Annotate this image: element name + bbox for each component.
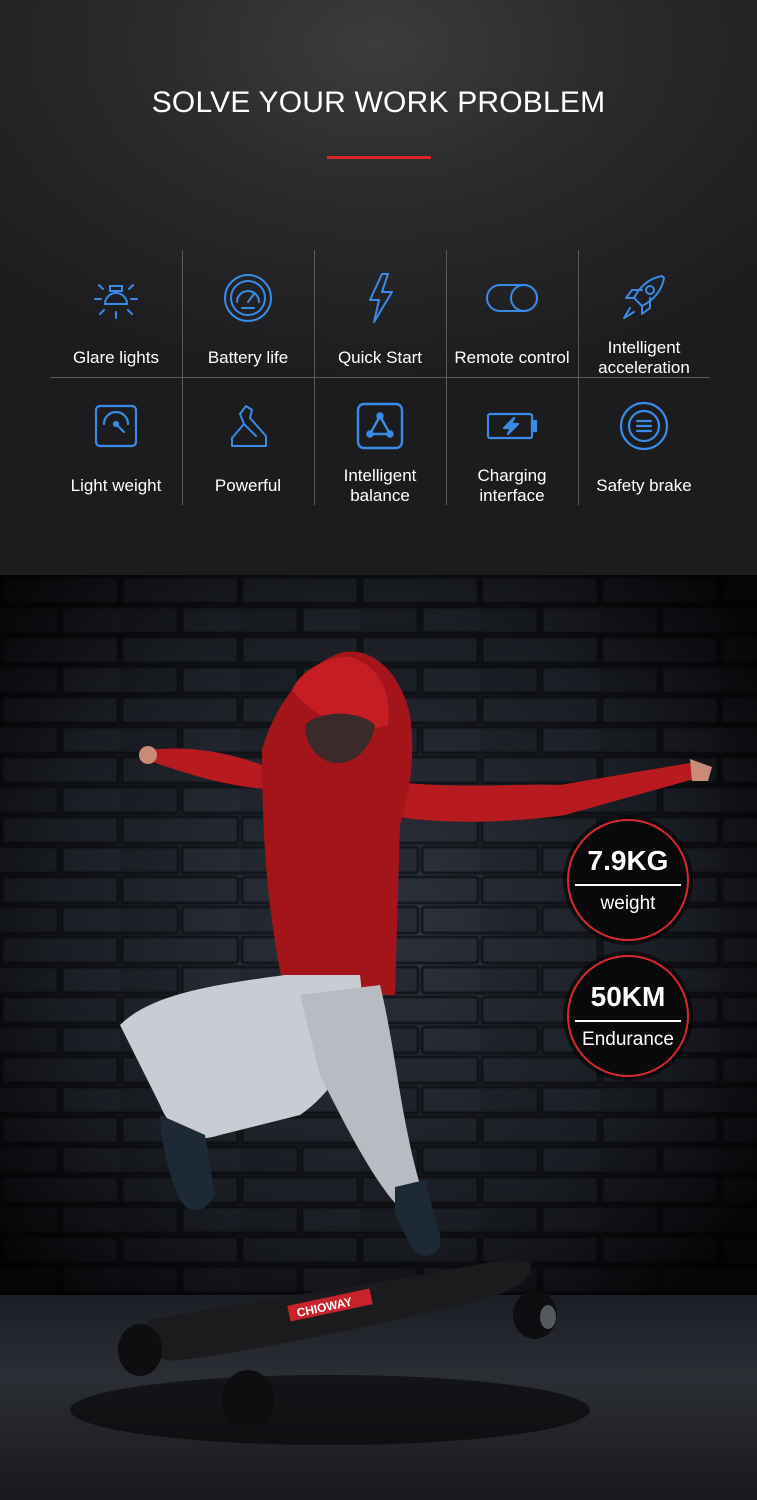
balance-triangle-icon xyxy=(352,398,408,454)
stat-divider xyxy=(575,883,681,886)
feature-safety-brake: Safety brake xyxy=(578,378,710,505)
feature-label: Glare lights xyxy=(73,347,159,367)
feature-glare-lights: Glare lights xyxy=(50,250,182,377)
feature-label: Intelligent balance xyxy=(343,466,417,505)
hero-photo: CHIOWAY 7.9KG weight 50KM Endurance xyxy=(0,575,757,1500)
feature-battery-life: Battery life xyxy=(182,250,314,377)
feature-charging-interface: Charging interface xyxy=(446,378,578,505)
brake-icon xyxy=(616,398,672,454)
stat-divider xyxy=(575,1019,681,1022)
light-bulb-icon xyxy=(88,270,144,326)
feature-label: Intelligent acceleration xyxy=(598,338,690,377)
feature-label: Light weight xyxy=(70,475,162,495)
feature-light-weight: Light weight xyxy=(50,378,182,505)
feature-quick-start: Quick Start xyxy=(314,250,446,377)
toggle-icon xyxy=(484,270,540,326)
feature-label: Powerful xyxy=(214,475,282,495)
feature-label: Remote control xyxy=(454,347,570,367)
features-panel: SOLVE YOUR WORK PROBLEM Glare lights Bat… xyxy=(0,0,757,575)
stat-value: 7.9KG xyxy=(587,844,669,876)
feature-grid: Glare lights Battery life Quick Start Re… xyxy=(50,250,710,505)
battery-charging-icon xyxy=(484,398,540,454)
feature-powerful: Powerful xyxy=(182,378,314,505)
feature-intelligent-balance: Intelligent balance xyxy=(314,378,446,505)
arm-power-icon xyxy=(220,398,276,454)
stat-badge-weight: 7.9KG weight xyxy=(567,819,689,941)
title-underline xyxy=(327,156,431,159)
stat-badge-endurance: 50KM Endurance xyxy=(567,955,689,1077)
lightning-bolt-icon xyxy=(352,270,408,326)
feature-intelligent-acceleration: Intelligent acceleration xyxy=(578,250,710,377)
rocket-icon xyxy=(616,270,672,326)
speedometer-icon xyxy=(220,270,276,326)
stat-label: weight xyxy=(600,892,656,914)
stat-label: Endurance xyxy=(582,1028,674,1050)
feature-label: Safety brake xyxy=(596,475,692,495)
page-title: SOLVE YOUR WORK PROBLEM xyxy=(151,86,606,119)
feature-remote-control: Remote control xyxy=(446,250,578,377)
feature-label: Quick Start xyxy=(337,347,423,367)
weight-scale-icon xyxy=(88,398,144,454)
feature-label: Battery life xyxy=(207,347,289,367)
stat-value: 50KM xyxy=(590,980,666,1012)
feature-label: Charging interface xyxy=(477,466,547,505)
